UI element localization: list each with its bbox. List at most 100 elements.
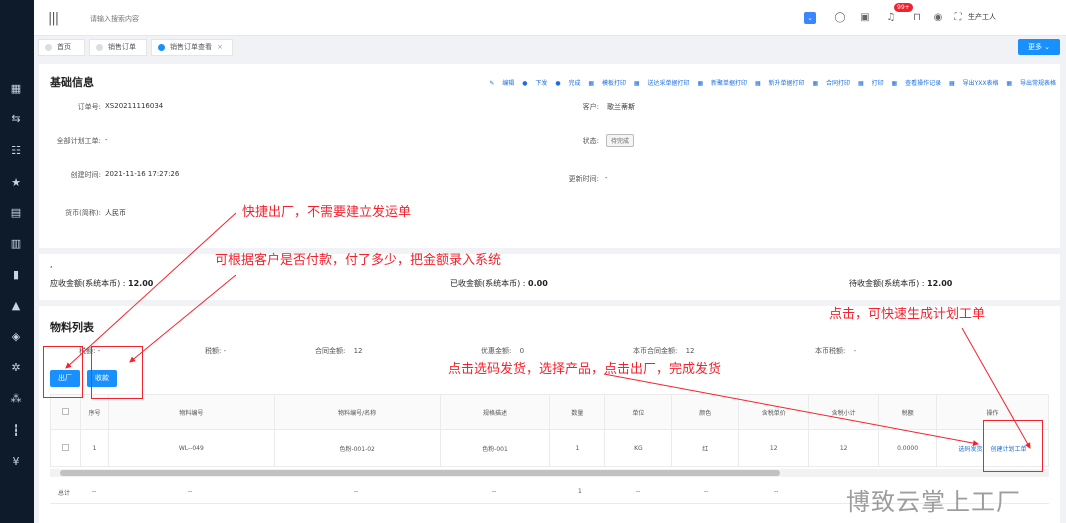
action-toolbar: ✎ 编辑 ● 下发 ● 完成 ▦ 模板打印 ▦ 送达采单据打印 ▦ 新聚单据打印… [483, 78, 1056, 87]
tax-value: - [223, 347, 227, 355]
row-checkbox[interactable] [61, 443, 69, 451]
tab-sales-order[interactable]: 销售订单 [89, 39, 147, 56]
grid-icon[interactable]: ▦ [9, 82, 23, 96]
issue-link[interactable]: ● 下发 [522, 80, 547, 87]
created-label: 创建时间: [70, 171, 101, 179]
new-print-label: 新聚单据打印 [711, 80, 748, 87]
close-icon[interactable]: × [217, 43, 223, 51]
cube-icon[interactable]: ◈ [9, 330, 23, 344]
customer-value: 歌兰蒂斯 [607, 103, 635, 111]
local-tax-value: - [853, 347, 857, 355]
history-link[interactable]: ▦ 查看操作记录 [892, 80, 942, 87]
discount-summary: 优惠金额: 0 [481, 346, 524, 356]
chat-icon[interactable]: ◯ [834, 12, 846, 24]
eye-icon[interactable]: ◉ [932, 12, 944, 24]
received-value: 0.00 [528, 279, 548, 288]
amount-dot: , [50, 260, 53, 269]
total-label: 总计 [58, 490, 71, 497]
cell-code: WL--049 [107, 429, 275, 467]
edit-link[interactable]: ✎ 编辑 [489, 80, 514, 87]
graduation-icon[interactable]: ▲ [9, 299, 23, 313]
plan-value: - [105, 136, 108, 144]
column-header: 物料编号/名称 [273, 394, 441, 430]
contract-print-label: 合同打印 [826, 80, 851, 87]
annotation-select-ship: 点击选码发货，选择产品，点击出厂，完成发货 [448, 362, 722, 377]
export-regular-label: 导出常规表格 [1019, 80, 1056, 87]
row-select-cell [50, 429, 81, 467]
upgrade-print-label: 新升单据打印 [768, 80, 805, 87]
select-all-checkbox[interactable] [61, 407, 69, 415]
tab-label: 销售订单 [108, 43, 136, 51]
yen-icon[interactable]: ¥ [9, 455, 23, 469]
total-qty: 1 [578, 488, 582, 495]
search-input[interactable] [90, 12, 290, 26]
dropdown-icon[interactable]: ⌄ [804, 12, 816, 24]
tab-dot-icon [45, 44, 52, 51]
total-dash: -- [636, 488, 641, 495]
currency-label: 货币(简称): [65, 209, 101, 217]
section-title-materials: 物料列表 [50, 321, 94, 334]
bell-icon[interactable]: ♫ [885, 12, 897, 24]
tab-sales-order-view[interactable]: 销售订单查看 × [151, 39, 233, 56]
column-header: 物料编号 [107, 394, 275, 430]
table-icon[interactable]: ▤ [9, 206, 23, 220]
transfer-icon[interactable]: ⇆ [9, 112, 23, 126]
template-print-link[interactable]: ▦ 模板打印 [588, 80, 626, 87]
local-tax-label: 本币税额: [815, 347, 846, 355]
tab-home[interactable]: 首页 [38, 39, 85, 56]
order-no-label: 订单号: [77, 103, 101, 111]
delivery-print-link[interactable]: ▦ 送达采单据打印 [634, 80, 690, 87]
received-label: 已收金额(系统本币) : [450, 279, 526, 288]
tab-dot-icon [158, 44, 165, 51]
order-no-value: XS20211116034 [105, 102, 164, 110]
menu-icon[interactable]: ||| [48, 11, 59, 26]
column-header: 数量 [549, 394, 606, 430]
export-regular-link[interactable]: ▦ 导出常规表格 [1006, 80, 1056, 87]
export-yxx-link[interactable]: ▦ 导出YXX表格 [949, 80, 998, 87]
cell-unit-price: 12 [738, 429, 810, 467]
contract-summary: 合同金额: 12 [315, 346, 363, 356]
history-label: 查看操作记录 [905, 80, 942, 87]
edit-label: 编辑 [502, 80, 515, 87]
horizontal-scrollbar[interactable] [50, 469, 1049, 477]
new-print-link[interactable]: ▦ 新聚单据打印 [697, 80, 747, 87]
basic-info-card: 基础信息 ✎ 编辑 ● 下发 ● 完成 ▦ 模板打印 ▦ 送达采单据打印 ▦ 新… [39, 64, 1060, 248]
total-dash: -- [188, 488, 193, 495]
local-tax-summary: 本币税额: - [815, 346, 856, 356]
annotation-plan-order: 点击，可快速生成计划工单 [829, 307, 986, 322]
total-dash: -- [704, 488, 709, 495]
contract-print-link[interactable]: ▦ 合同打印 [812, 80, 850, 87]
fullscreen-icon[interactable]: ⛶ [952, 12, 964, 24]
select-code-ship-link[interactable]: 选码发货 [959, 446, 983, 453]
user-name[interactable]: 生产工人 [968, 12, 996, 22]
scrollbar-thumb[interactable] [60, 470, 780, 476]
receivable-label: 应收金额(系统本币) : [50, 279, 126, 288]
print-link[interactable]: ▦ 打印 [858, 80, 884, 87]
column-header: 规格描述 [439, 394, 551, 430]
watermark: 博致云掌上工厂 [846, 488, 1021, 516]
complete-link[interactable]: ● 完成 [555, 80, 580, 87]
cell-unit: KG [604, 429, 673, 467]
save-icon[interactable]: ▣ [859, 12, 871, 24]
column-header: 单位 [604, 394, 673, 430]
plan-label: 全部计划工单: [56, 137, 101, 145]
more-button[interactable]: 更多 ⌄ [1018, 39, 1060, 55]
lock-icon[interactable]: ⊓ [911, 12, 923, 24]
bar-chart-icon[interactable]: ▮ [9, 268, 23, 282]
gear-icon[interactable]: ✲ [9, 361, 23, 375]
complete-label: 完成 [568, 80, 581, 87]
status-label: 状态: [582, 137, 599, 145]
currency-value: 人民币 [105, 209, 126, 217]
discount-label: 优惠金额: [481, 347, 512, 355]
network-icon[interactable]: ⁂ [9, 392, 23, 406]
document-icon[interactable]: ☷ [9, 144, 23, 158]
amounts-card: , 应收金额(系统本币) : 12.00 已收金额(系统本币) : 0.00 待… [39, 254, 1060, 300]
topbar: ||| ⌄ ◯ ▣ ♫ 99+ ⊓ ◉ ⛶ 生产工人 [34, 0, 1066, 36]
chart-icon[interactable]: ▥ [9, 237, 23, 251]
cell-tax: 0.0000 [878, 429, 938, 467]
tab-label: 首页 [57, 43, 71, 51]
star-icon[interactable]: ★ [9, 176, 23, 190]
stats-icon[interactable]: ┇ [9, 424, 23, 438]
upgrade-print-link[interactable]: ▦ 新升单据打印 [755, 80, 805, 87]
column-header: 序号 [79, 394, 109, 430]
